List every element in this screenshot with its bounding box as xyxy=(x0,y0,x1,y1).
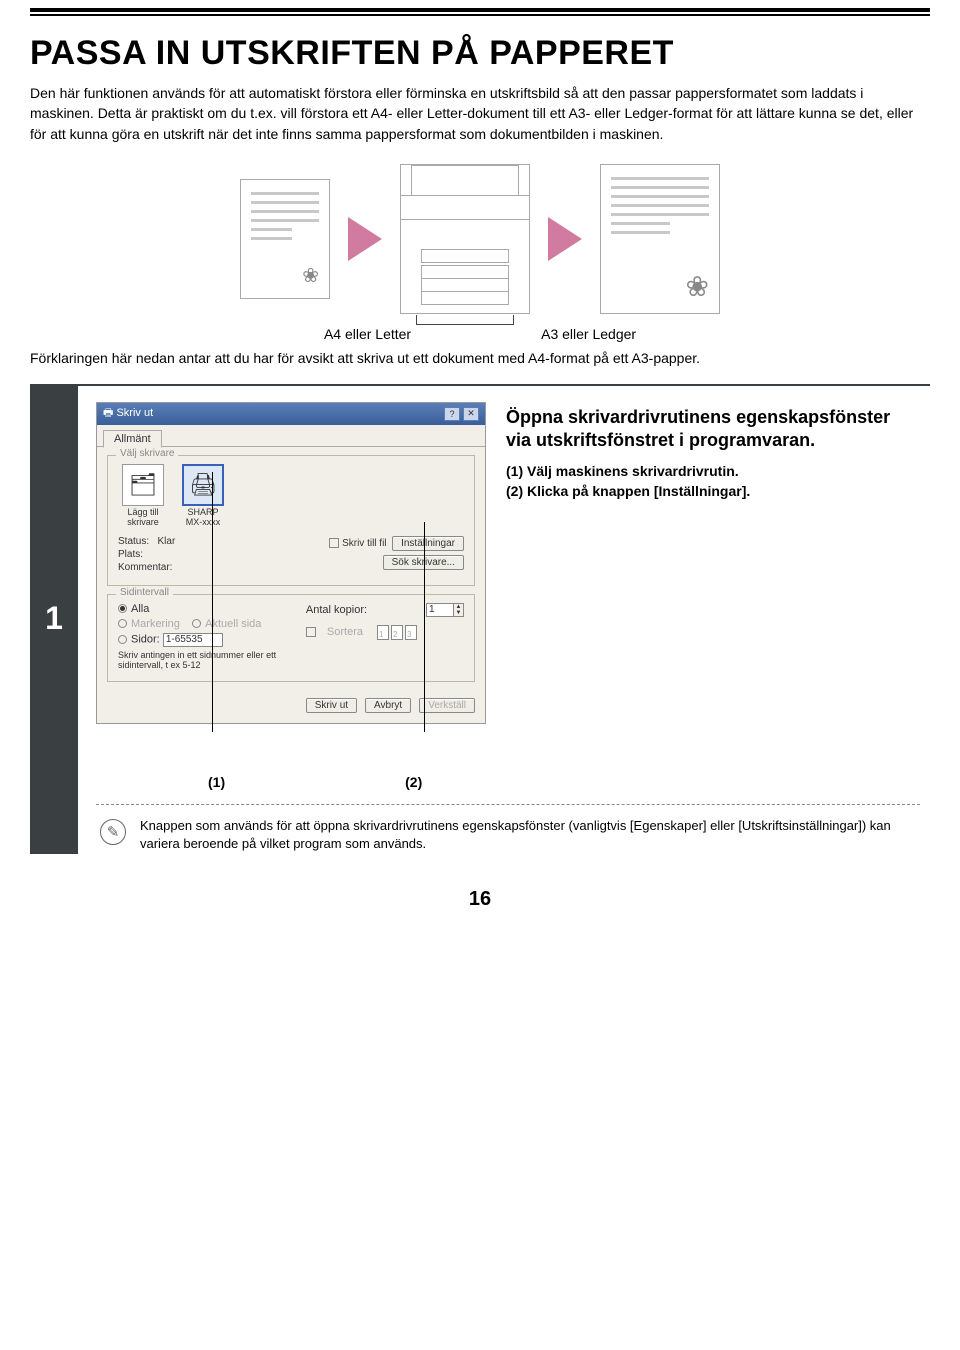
collate-icon: 123 xyxy=(377,625,417,640)
doc-a4: ❀ xyxy=(240,179,330,299)
help-icon[interactable]: ? xyxy=(444,407,460,421)
step-number-bar: 1 xyxy=(30,384,78,854)
print-to-file-checkbox[interactable] xyxy=(329,538,339,548)
print-button[interactable]: Skriv ut xyxy=(306,698,357,713)
apply-button: Verkställ xyxy=(419,698,475,713)
arrow-icon xyxy=(348,217,382,261)
step-line-1: (1) Välj maskinens skrivardrivrutin. xyxy=(506,463,920,479)
page-number: 16 xyxy=(30,888,930,911)
printer-item-selected[interactable]: 🖨 SHARPMX-xxxx xyxy=(178,464,228,528)
radio-all[interactable] xyxy=(118,604,127,613)
print-dialog: 🖶 Skriv ut ? ✕ Allmänt Välj skrivare xyxy=(96,402,486,724)
group-select-printer: Välj skrivare 🗂 Lägg tillskrivare 🖨 SHAR… xyxy=(107,455,475,586)
radio-current xyxy=(192,619,201,628)
tree-icon: ❀ xyxy=(302,263,319,288)
group-legend: Välj skrivare xyxy=(116,448,178,459)
radio-pages[interactable] xyxy=(118,635,127,644)
location-label: Plats: xyxy=(118,549,175,560)
pages-input[interactable]: 1-65535 xyxy=(163,633,223,647)
copies-input[interactable]: 1 xyxy=(426,603,454,617)
separator xyxy=(96,804,920,805)
cancel-button[interactable]: Avbryt xyxy=(365,698,411,713)
caption-a3: A3 eller Ledger xyxy=(541,326,636,342)
copies-spinner[interactable]: ▲▼ xyxy=(454,603,464,617)
copies-label: Antal kopior: xyxy=(306,604,367,616)
radio-selection xyxy=(118,619,127,628)
tab-general[interactable]: Allmänt xyxy=(103,430,162,448)
printer-icon xyxy=(400,164,530,314)
range-hint: Skriv antingen in ett sidnummer eller et… xyxy=(118,650,292,672)
collate-checkbox xyxy=(306,627,316,637)
arrow-icon xyxy=(548,217,582,261)
tree-icon: ❀ xyxy=(686,270,709,303)
illustration: ❀ ❀ xyxy=(30,164,930,314)
page-title: PASSA IN UTSKRIFTEN PÅ PAPPERET xyxy=(30,34,930,73)
print-to-file-label: Skriv till fil xyxy=(342,538,386,549)
group-legend: Sidintervall xyxy=(116,587,173,598)
settings-button[interactable]: Inställningar xyxy=(392,536,464,551)
step-number: 1 xyxy=(45,600,63,637)
callout-2: (2) xyxy=(405,774,422,790)
close-icon[interactable]: ✕ xyxy=(463,407,479,421)
pencil-icon: ✎ xyxy=(100,819,126,845)
dialog-title: Skriv ut xyxy=(116,407,153,419)
caption-a4: A4 eller Letter xyxy=(324,326,411,342)
doc-a3: ❀ xyxy=(600,164,720,314)
status-label: Status: xyxy=(118,536,149,547)
intro-text: Den här funktionen används för att autom… xyxy=(30,83,930,144)
note-text: Knappen som används för att öppna skriva… xyxy=(140,817,916,853)
dialog-titlebar: 🖶 Skriv ut ? ✕ xyxy=(97,403,485,425)
callout-1: (1) xyxy=(208,774,225,790)
step-heading: Öppna skrivardrivrutinens egenskapsfönst… xyxy=(506,406,920,453)
add-printer-item[interactable]: 🗂 Lägg tillskrivare xyxy=(118,464,168,528)
collate-label: Sortera xyxy=(327,626,363,638)
status-value: Klar xyxy=(157,536,175,547)
explanation-text: Förklaringen här nedan antar att du har … xyxy=(30,350,930,366)
comment-label: Kommentar: xyxy=(118,562,175,573)
group-page-range: Sidintervall Alla Markering Aktuell sida… xyxy=(107,594,475,683)
step-line-2: (2) Klicka på knappen [Inställningar]. xyxy=(506,483,920,499)
